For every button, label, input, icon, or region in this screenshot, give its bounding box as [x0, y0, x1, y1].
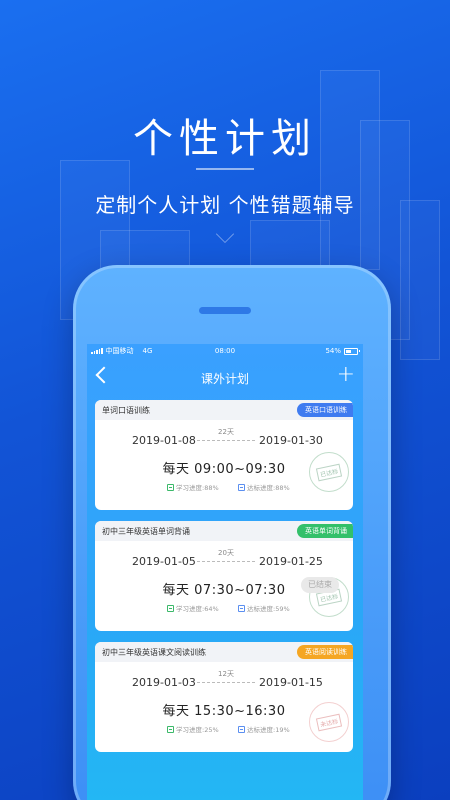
target-progress: 达标进度:19%: [238, 724, 290, 734]
end-date: 2019-01-15: [259, 676, 323, 689]
target-progress: 达标进度:59%: [238, 603, 290, 613]
status-bar: 中国移动 4G 08:00 54%: [87, 344, 363, 358]
study-icon: [167, 483, 174, 491]
progress-row: 学习进度:64% 达标进度:59%: [95, 603, 353, 613]
study-progress-label: 学习进度:88%: [176, 484, 219, 492]
category-tag: 英语阅读训练: [297, 645, 353, 659]
stamp-icon: 已达标: [309, 452, 349, 492]
plan-card[interactable]: 单词口语训练 英语口语训练 2019-01-08 22天 2019-01-30 …: [95, 400, 353, 510]
date-range: 2019-01-03 12天 2019-01-15: [95, 670, 353, 690]
date-connector: [197, 440, 255, 441]
hero-title: 个性计划: [133, 116, 317, 162]
card-header: 单词口语训练 英语口语训练: [95, 400, 353, 420]
hero-divider: [196, 168, 254, 170]
page-title: 课外计划: [200, 372, 249, 386]
date-connector: [197, 561, 255, 562]
status-time: 08:00: [214, 347, 236, 355]
nav-bar: 课外计划 +: [87, 362, 363, 392]
start-date: 2019-01-03: [132, 676, 196, 689]
target-progress-label: 达标进度:19%: [247, 726, 290, 734]
target-progress-label: 达标进度:59%: [247, 605, 290, 613]
study-icon: [167, 725, 174, 733]
target-icon: [238, 604, 245, 612]
stamp-label: 未达标: [315, 713, 343, 731]
study-progress: 学习进度:88%: [167, 482, 219, 492]
target-icon: [238, 725, 245, 733]
study-progress-label: 学习进度:25%: [176, 726, 219, 734]
hero-subtitle: 定制个人计划 个性错题辅导: [95, 193, 355, 217]
start-date: 2019-01-05: [132, 555, 196, 568]
duration-days: 12天: [218, 670, 234, 678]
duration-days: 20天: [218, 549, 234, 557]
category-tag: 英语单词背诵: [297, 524, 353, 538]
date-range: 2019-01-05 20天 2019-01-25: [95, 549, 353, 569]
target-progress-label: 达标进度:88%: [247, 484, 290, 492]
study-icon: [167, 604, 174, 612]
category-tag: 英语口语训练: [297, 403, 353, 417]
phone-screen: 中国移动 4G 08:00 54% 课外计划 + 单词口语训练 英语口语训练 2…: [87, 344, 363, 800]
card-header: 初中三年级英语单词背诵 英语单词背诵: [95, 521, 353, 541]
target-progress: 达标进度:88%: [238, 482, 290, 492]
duration-days: 22天: [218, 428, 234, 436]
stamp-icon: 未达标: [309, 702, 349, 742]
phone-speaker: [199, 307, 251, 314]
end-date: 2019-01-30: [259, 434, 323, 447]
end-date: 2019-01-25: [259, 555, 323, 568]
study-progress: 学习进度:64%: [167, 603, 219, 613]
start-date: 2019-01-08: [132, 434, 196, 447]
card-title: 初中三年级英语课文阅读训练: [102, 647, 206, 657]
battery-icon: [344, 347, 360, 355]
plan-card[interactable]: 初中三年级英语课文阅读训练 英语阅读训练 2019-01-03 12天 2019…: [95, 642, 353, 752]
date-connector: [197, 682, 255, 683]
date-range: 2019-01-08 22天 2019-01-30: [95, 428, 353, 448]
card-title: 初中三年级英语单词背诵: [102, 526, 190, 536]
plan-card[interactable]: 初中三年级英语单词背诵 英语单词背诵 2019-01-05 20天 2019-0…: [95, 521, 353, 631]
card-title: 单词口语训练: [102, 405, 150, 415]
plus-icon[interactable]: +: [337, 364, 355, 386]
battery-percent: 54%: [325, 347, 341, 355]
card-header: 初中三年级英语课文阅读训练 英语阅读训练: [95, 642, 353, 662]
target-icon: [238, 483, 245, 491]
study-progress-label: 学习进度:64%: [176, 605, 219, 613]
study-progress: 学习进度:25%: [167, 724, 219, 734]
stamp-label: 已达标: [315, 463, 343, 481]
status-badge: 已结束: [301, 577, 339, 593]
